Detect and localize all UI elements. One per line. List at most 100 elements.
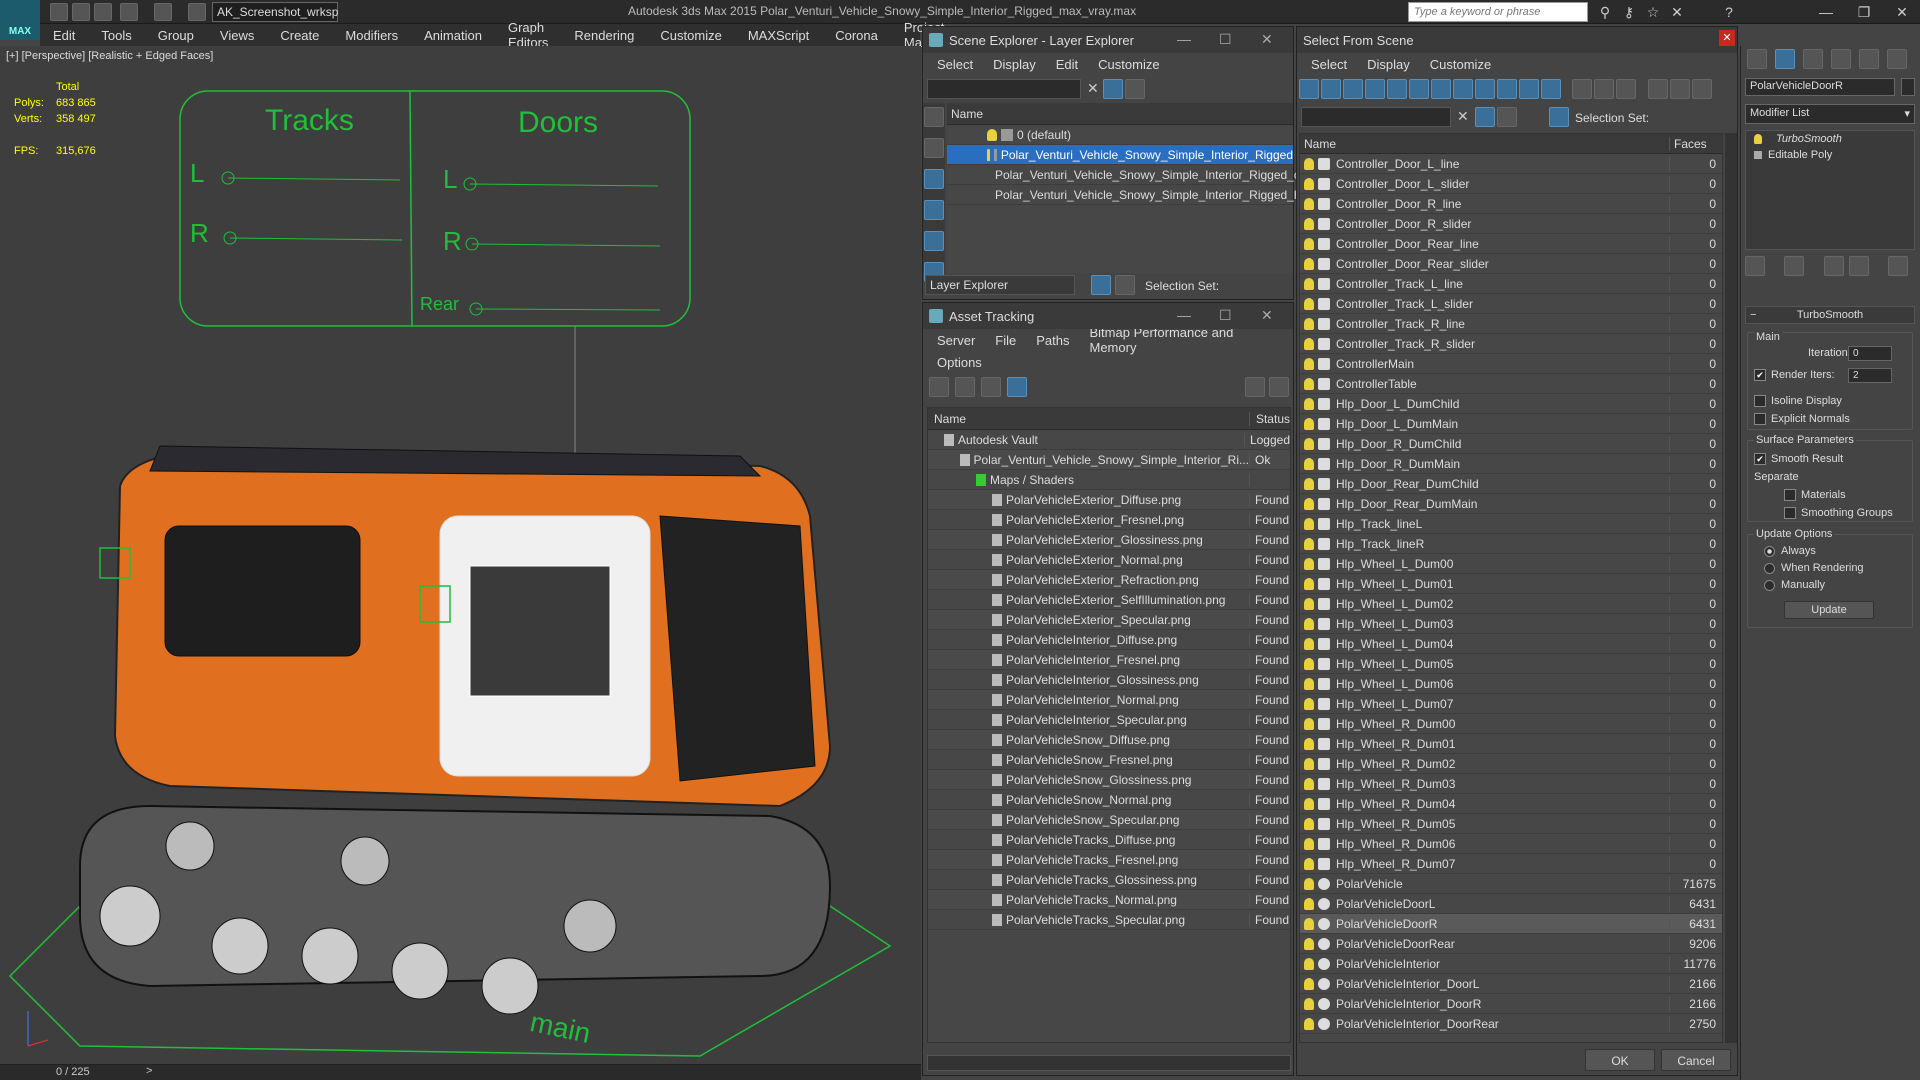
asset-row[interactable]: PolarVehicleSnow_Fresnel.png Found [928,750,1290,770]
filter-spacewarps-icon[interactable] [1409,79,1429,99]
filter-shapes-icon[interactable] [1321,79,1341,99]
layer-row[interactable]: Polar_Venturi_Vehicle_Snowy_Simple_Inter… [947,185,1317,205]
undo-icon[interactable] [120,3,138,21]
object-color-swatch[interactable] [1901,78,1915,96]
asset-menu-server[interactable]: Server [927,333,985,348]
scene-explorer-menu-display[interactable]: Display [983,57,1046,72]
sfs-filter-icon[interactable] [1647,79,1668,99]
object-row[interactable]: Hlp_Track_lineL 0 [1300,514,1722,534]
bulb-icon[interactable] [1304,197,1314,210]
display-cameras-icon[interactable] [924,200,944,220]
filter-lights-icon[interactable] [1343,79,1363,99]
refresh-icon[interactable] [929,377,949,397]
sfs-find-field[interactable] [1301,107,1451,127]
bulb-icon[interactable] [1304,417,1314,430]
asset-settings-icon[interactable] [1269,377,1289,397]
scene-explorer-find-field[interactable] [927,79,1081,99]
filter-geometry-icon[interactable] [1299,79,1319,99]
asset-row[interactable]: PolarVehicleExterior_Fresnel.png Found [928,510,1290,530]
asset-row[interactable]: PolarVehicleExterior_Specular.png Found [928,610,1290,630]
explicit-normals-checkbox[interactable] [1754,413,1766,426]
asset-row[interactable]: PolarVehicleExterior_Refraction.png Found [928,570,1290,590]
object-row[interactable]: Hlp_Wheel_L_Dum05 0 [1300,654,1722,674]
sfs-collapse-icon[interactable] [1691,79,1712,99]
asset-row[interactable]: PolarVehicleSnow_Glossiness.png Found [928,770,1290,790]
table-view-icon[interactable] [1007,377,1027,397]
object-row[interactable]: Hlp_Door_L_DumChild 0 [1300,394,1722,414]
bulb-icon[interactable] [1304,317,1314,330]
object-row[interactable]: Hlp_Door_Rear_DumChild 0 [1300,474,1722,494]
render-iters-spinner[interactable]: 2 [1848,368,1892,383]
bulb-icon[interactable] [1304,577,1314,590]
key-icon[interactable]: ⚷ [1620,3,1638,21]
object-row[interactable]: Hlp_Wheel_L_Dum01 0 [1300,574,1722,594]
exchange-icon[interactable]: ✕ [1668,3,1686,21]
create-tab-icon[interactable] [1747,49,1767,69]
layer-row[interactable]: Polar_Venturi_Vehicle_Snowy_Simple_Inter… [947,165,1317,185]
save-file-icon[interactable] [94,3,112,21]
menu-modifiers[interactable]: Modifiers [332,28,411,43]
asset-tracking-minimize-icon[interactable]: — [1177,307,1191,323]
asset-row[interactable]: PolarVehicleTracks_Diffuse.png Found [928,830,1290,850]
stack-item-editable-poly[interactable]: Editable Poly [1746,147,1914,163]
sfs-menu-customize[interactable]: Customize [1420,57,1501,72]
explorer-type-dropdown[interactable]: Layer Explorer [925,275,1075,295]
filter-xrefs-icon[interactable] [1453,79,1473,99]
always-radio[interactable] [1764,545,1775,557]
bulb-icon[interactable] [1304,257,1314,270]
object-row[interactable]: Controller_Door_Rear_line 0 [1300,234,1722,254]
asset-row[interactable]: PolarVehicleSnow_Normal.png Found [928,790,1290,810]
asset-row[interactable]: PolarVehicleExterior_Diffuse.png Found [928,490,1290,510]
sfs-col-name[interactable]: Name [1300,136,1670,151]
expand-icon[interactable] [1754,151,1762,159]
bulb-icon[interactable] [1304,237,1314,250]
scene-explorer-menu-customize[interactable]: Customize [1088,57,1169,72]
layer-row[interactable]: 0 (default) [947,125,1293,145]
select-none-icon[interactable] [1594,79,1615,99]
object-row[interactable]: Hlp_Wheel_L_Dum00 0 [1300,554,1722,574]
scene-explorer-menu-edit[interactable]: Edit [1046,57,1088,72]
asset-row[interactable]: PolarVehicleInterior_Glossiness.png Found [928,670,1290,690]
object-row[interactable]: Hlp_Door_L_DumMain 0 [1300,414,1722,434]
menu-edit[interactable]: Edit [40,28,88,43]
object-row[interactable]: Hlp_Wheel_L_Dum04 0 [1300,634,1722,654]
asset-row[interactable]: PolarVehicleSnow_Diffuse.png Found [928,730,1290,750]
object-row[interactable]: PolarVehicleInterior_DoorRear 2750 [1300,1014,1722,1034]
select-from-scene-close-icon[interactable]: ✕ [1719,30,1735,46]
scene-explorer-titlebar[interactable]: Scene Explorer - Layer Explorer — ☐ ✕ [923,27,1293,53]
bulb-icon[interactable] [1304,857,1314,870]
app-logo-icon[interactable]: MAX [0,0,40,40]
object-row[interactable]: PolarVehicleInterior 11776 [1300,954,1722,974]
object-row[interactable]: Hlp_Wheel_L_Dum07 0 [1300,694,1722,714]
when-rendering-radio[interactable] [1764,562,1775,574]
modifier-bulb-icon[interactable] [1754,134,1762,144]
minimize-icon[interactable]: — [1808,2,1844,22]
menu-views[interactable]: Views [207,28,267,43]
object-name-field[interactable]: PolarVehicleDoorR [1745,78,1895,96]
filter-helpers-icon[interactable] [1387,79,1407,99]
asset-row[interactable]: Maps / Shaders [928,470,1290,490]
show-end-result-icon[interactable] [1784,256,1805,276]
object-row[interactable]: PolarVehicleDoorR 6431 [1300,914,1722,934]
filter-icon[interactable] [1103,79,1123,99]
thumbnail-view-icon[interactable] [981,377,1001,397]
object-row[interactable]: ControllerTable 0 [1300,374,1722,394]
object-row[interactable]: Hlp_Wheel_L_Dum02 0 [1300,594,1722,614]
object-row[interactable]: Hlp_Track_lineR 0 [1300,534,1722,554]
asset-menu-options[interactable]: Options [927,355,992,370]
bulb-icon[interactable] [1304,937,1314,950]
asset-menu-paths[interactable]: Paths [1026,333,1079,348]
render-iters-checkbox[interactable]: ✔ [1754,369,1766,382]
asset-row[interactable]: PolarVehicleTracks_Specular.png Found [928,910,1290,930]
filter-options-icon[interactable] [1125,79,1145,99]
asset-row[interactable]: PolarVehicleTracks_Fresnel.png Found [928,850,1290,870]
bulb-icon[interactable] [1304,997,1314,1010]
object-row[interactable]: Hlp_Door_R_DumMain 0 [1300,454,1722,474]
asset-help-icon[interactable] [1245,377,1265,397]
asset-col-status[interactable]: Status [1250,412,1290,426]
asset-row[interactable]: PolarVehicleExterior_Glossiness.png Found [928,530,1290,550]
menu-tools[interactable]: Tools [88,28,144,43]
bulb-icon[interactable] [1304,717,1314,730]
sfs-hierarchy-icon[interactable] [1549,107,1569,127]
bulb-icon[interactable] [1304,597,1314,610]
